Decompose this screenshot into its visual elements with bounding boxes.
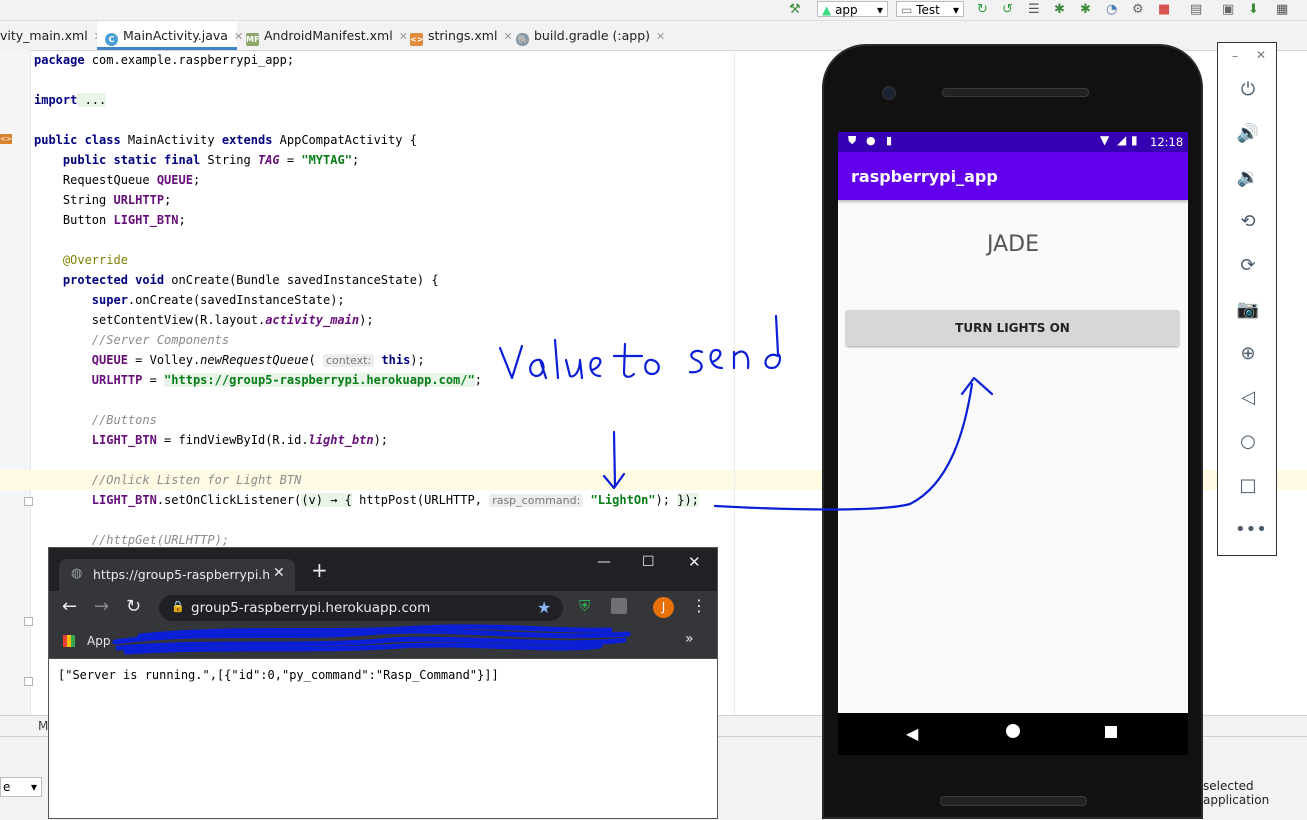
- ink-down-arrow-shaft: [612, 430, 617, 488]
- ink-redaction-scribble: [112, 624, 631, 655]
- ink-annotation-layer: [112, 314, 994, 655]
- handwritten-value-to-send: [498, 314, 782, 380]
- ink-curved-arrow: [713, 382, 974, 511]
- ink-arrow-head: [960, 376, 994, 396]
